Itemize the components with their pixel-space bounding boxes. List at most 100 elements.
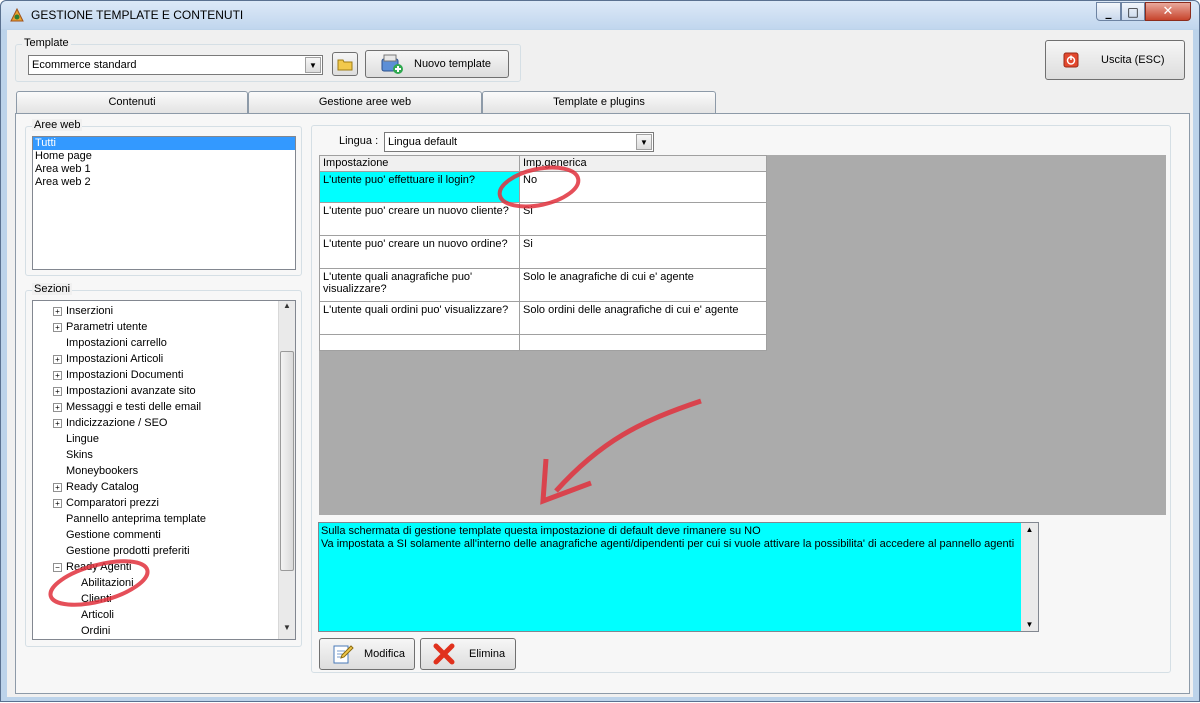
- tree-child-item[interactable]: Clienti: [33, 591, 263, 607]
- table-row[interactable]: L'utente puo' effettuare il login? No: [319, 171, 767, 203]
- tree-item[interactable]: + Inserzioni: [33, 303, 263, 319]
- exit-label: Uscita (ESC): [1101, 54, 1165, 66]
- scroll-down-icon[interactable]: ▼: [279, 623, 295, 639]
- expand-icon[interactable]: +: [53, 387, 62, 396]
- expand-icon[interactable]: +: [53, 403, 62, 412]
- tree-item[interactable]: + Ready Catalog: [33, 479, 263, 495]
- grid-cell-value[interactable]: Solo le anagrafiche di cui e' agente: [519, 268, 767, 302]
- tree-item[interactable]: + Parametri utente: [33, 319, 263, 335]
- aree-web-item[interactable]: Home page: [33, 150, 295, 163]
- open-folder-button[interactable]: [332, 52, 358, 76]
- description-memo[interactable]: Sulla schermata di gestione template que…: [318, 522, 1039, 632]
- tree-item[interactable]: Gestione commenti: [33, 527, 263, 543]
- tree-item[interactable]: + Indicizzazione / SEO: [33, 415, 263, 431]
- tree-item[interactable]: Impostazioni carrello: [33, 335, 263, 351]
- tree-item-label: Articoli: [81, 609, 115, 621]
- tree-item[interactable]: + Impostazioni Articoli: [33, 351, 263, 367]
- app-icon: [10, 7, 24, 22]
- tab-label: Template e plugins: [553, 96, 645, 108]
- folder-icon: [337, 59, 353, 71]
- grid-cell-setting[interactable]: L'utente puo' creare un nuovo cliente?: [319, 202, 520, 236]
- table-row[interactable]: L'utente quali ordini puo' visualizzare?…: [319, 301, 767, 335]
- close-button[interactable]: ✕: [1145, 2, 1191, 21]
- new-template-button[interactable]: Nuovo template: [365, 50, 509, 78]
- tree-item-label: Indicizzazione / SEO: [66, 417, 168, 429]
- tree-child-item[interactable]: Articoli: [33, 607, 263, 623]
- expand-icon[interactable]: +: [53, 323, 62, 332]
- tree-item[interactable]: Lingue: [33, 431, 263, 447]
- aree-web-item[interactable]: Area web 2: [33, 176, 295, 189]
- minimize-icon: _: [1105, 4, 1112, 19]
- grid-cell-empty[interactable]: [519, 334, 767, 351]
- lingua-select[interactable]: Lingua default ▼: [384, 132, 654, 152]
- scroll-up-icon[interactable]: ▲: [279, 301, 295, 317]
- memo-scrollbar[interactable]: ▲ ▼: [1021, 523, 1038, 631]
- grid-cell-value[interactable]: No: [519, 171, 767, 203]
- edit-icon: [333, 645, 354, 664]
- scroll-up-icon[interactable]: ▲: [1021, 525, 1038, 534]
- chevron-down-icon[interactable]: ▼: [305, 57, 321, 73]
- tree-item-label: Ready Agenti: [66, 561, 132, 573]
- table-row-empty[interactable]: [319, 334, 767, 351]
- aree-web-item[interactable]: Area web 1: [33, 163, 295, 176]
- expand-icon[interactable]: +: [53, 371, 62, 380]
- table-row[interactable]: L'utente quali anagrafiche puo' visualiz…: [319, 268, 767, 302]
- expand-icon[interactable]: +: [53, 307, 62, 316]
- grid-cell-setting[interactable]: L'utente puo' effettuare il login?: [319, 171, 520, 203]
- tree-item[interactable]: − Ready Agenti: [33, 559, 263, 575]
- tab-gestione-aree-web[interactable]: Gestione aree web: [248, 91, 482, 113]
- maximize-button[interactable]: □: [1121, 2, 1145, 21]
- aree-web-item[interactable]: Tutti: [33, 137, 295, 150]
- tab-template-e-plugins[interactable]: Template e plugins: [482, 91, 716, 113]
- exit-button[interactable]: Uscita (ESC): [1045, 40, 1185, 80]
- tree-item[interactable]: Gestione prodotti preferiti: [33, 543, 263, 559]
- grid-cell-setting[interactable]: L'utente quali ordini puo' visualizzare?: [319, 301, 520, 335]
- grid-cell-setting[interactable]: L'utente quali anagrafiche puo' visualiz…: [319, 268, 520, 302]
- tree-item[interactable]: + Impostazioni avanzate sito: [33, 383, 263, 399]
- chevron-down-icon[interactable]: ▼: [636, 134, 652, 150]
- tree-child-item[interactable]: Abilitazioni: [33, 575, 263, 591]
- expand-icon[interactable]: +: [53, 355, 62, 364]
- grid-cell-empty[interactable]: [319, 334, 520, 351]
- grid-header-imp-generica[interactable]: Imp.generica: [519, 155, 767, 172]
- grid-cell-value[interactable]: Si: [519, 202, 767, 236]
- tree-item[interactable]: Moneybookers: [33, 463, 263, 479]
- grid-header-impostazione[interactable]: Impostazione: [319, 155, 520, 172]
- tree-item[interactable]: Skins: [33, 447, 263, 463]
- collapse-icon[interactable]: −: [53, 563, 62, 572]
- tab-contenuti[interactable]: Contenuti: [16, 91, 248, 113]
- tree-item-label: Inserzioni: [66, 305, 114, 317]
- scroll-down-icon[interactable]: ▼: [1021, 620, 1038, 629]
- tree-item[interactable]: + Messaggi e testi delle email: [33, 399, 263, 415]
- sezioni-tree[interactable]: ▲ ▼ + Inserzioni + Parametri utente Impostaz…: [32, 300, 296, 640]
- expand-icon[interactable]: +: [53, 499, 62, 508]
- grid-cell-value[interactable]: Si: [519, 235, 767, 269]
- tree-item[interactable]: Pannello anteprima template: [33, 511, 263, 527]
- delete-icon: [433, 643, 455, 665]
- tree-item[interactable]: + Comparatori prezzi: [33, 495, 263, 511]
- tree-scrollbar[interactable]: ▲ ▼: [278, 301, 295, 639]
- memo-line-1: Sulla schermata di gestione template que…: [321, 525, 761, 537]
- grid-cell-setting[interactable]: L'utente puo' creare un nuovo ordine?: [319, 235, 520, 269]
- tree-item-label: Moneybookers: [66, 465, 139, 477]
- scroll-thumb[interactable]: [280, 351, 294, 571]
- grid-cell-value[interactable]: Solo ordini delle anagrafiche di cui e' …: [519, 301, 767, 335]
- expand-icon[interactable]: +: [53, 419, 62, 428]
- expand-icon[interactable]: +: [53, 483, 62, 492]
- aree-web-list[interactable]: Tutti Home page Area web 1 Area web 2: [32, 136, 296, 270]
- tree-child-item[interactable]: Ordini: [33, 623, 263, 639]
- tree-item-label: Skins: [66, 449, 93, 461]
- minimize-button[interactable]: _: [1096, 2, 1121, 21]
- tree-item-label: Impostazioni Articoli: [66, 353, 164, 365]
- tree-item-label: Abilitazioni: [81, 577, 134, 589]
- add-template-icon: [381, 54, 403, 74]
- modifica-button[interactable]: Modifica: [319, 638, 415, 670]
- close-icon: ✕: [1162, 4, 1174, 19]
- tree-item-label: Pannello anteprima template: [66, 513, 207, 525]
- template-select[interactable]: Ecommerce standard ▼: [28, 55, 323, 75]
- elimina-button[interactable]: Elimina: [420, 638, 516, 670]
- table-row[interactable]: L'utente puo' creare un nuovo cliente? Si: [319, 202, 767, 236]
- template-group-label: Template: [22, 37, 71, 49]
- tree-item[interactable]: + Impostazioni Documenti: [33, 367, 263, 383]
- table-row[interactable]: L'utente puo' creare un nuovo ordine? Si: [319, 235, 767, 269]
